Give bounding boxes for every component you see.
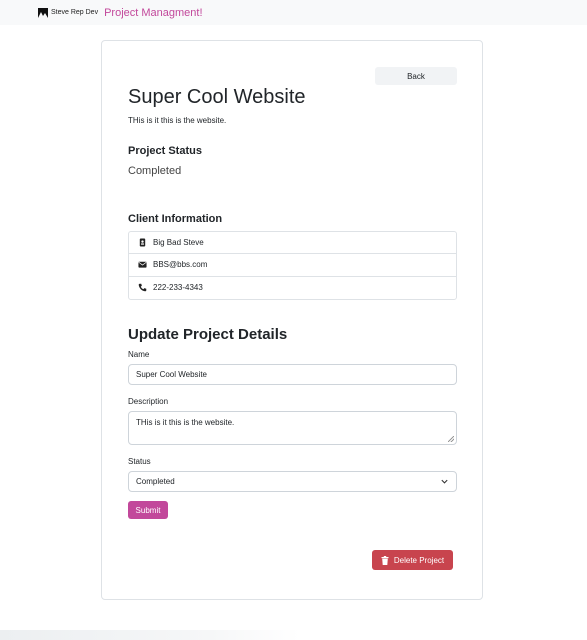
status-selected-value: Completed xyxy=(136,477,175,486)
status-select[interactable]: Completed xyxy=(128,471,457,492)
update-details-heading: Update Project Details xyxy=(128,326,288,343)
project-description: THis is it this is the website. xyxy=(128,116,227,125)
app-title-link[interactable]: Project Managment! xyxy=(104,7,202,19)
client-info-heading: Client Information xyxy=(128,213,223,225)
description-text: THis is it this is the website. xyxy=(136,418,235,427)
back-button[interactable]: Back xyxy=(375,67,457,85)
project-status-heading: Project Status xyxy=(128,145,202,157)
project-card: Back Super Cool Website THis is it this … xyxy=(101,40,483,600)
trash-icon xyxy=(381,555,389,565)
mountain-logo-icon xyxy=(38,7,48,18)
name-input[interactable]: Super Cool Website xyxy=(128,364,457,385)
submit-button[interactable]: Submit xyxy=(128,501,168,519)
name-label: Name xyxy=(128,350,150,359)
brand-text: Steve Rep Dev xyxy=(51,9,99,16)
client-info-list: Big Bad Steve BBS@bbs.com 222-233-4343 xyxy=(128,231,457,300)
description-textarea[interactable]: THis is it this is the website. xyxy=(128,411,457,445)
project-status-value: Completed xyxy=(128,165,182,177)
project-title: Super Cool Website xyxy=(128,86,306,108)
delete-project-label: Delete Project xyxy=(393,555,445,565)
client-name: Big Bad Steve xyxy=(153,238,204,248)
id-badge-icon xyxy=(139,238,146,247)
delete-project-button[interactable]: Delete Project xyxy=(372,550,453,570)
envelope-icon xyxy=(138,262,147,269)
navbar: Steve Rep Dev Project Managment! xyxy=(0,0,587,25)
chevron-down-icon xyxy=(441,479,448,484)
client-name-item: Big Bad Steve xyxy=(129,232,456,255)
status-label: Status xyxy=(128,457,151,466)
client-email: BBS@bbs.com xyxy=(153,260,208,270)
phone-icon xyxy=(138,283,147,292)
description-label: Description xyxy=(128,397,169,406)
brand-link[interactable]: Steve Rep Dev xyxy=(38,7,99,18)
client-phone-item: 222-233-4343 xyxy=(129,277,456,299)
client-email-item: BBS@bbs.com xyxy=(129,254,456,277)
client-phone: 222-233-4343 xyxy=(153,283,203,293)
bottom-shadow xyxy=(0,630,300,640)
resize-grip-icon[interactable] xyxy=(448,436,454,442)
